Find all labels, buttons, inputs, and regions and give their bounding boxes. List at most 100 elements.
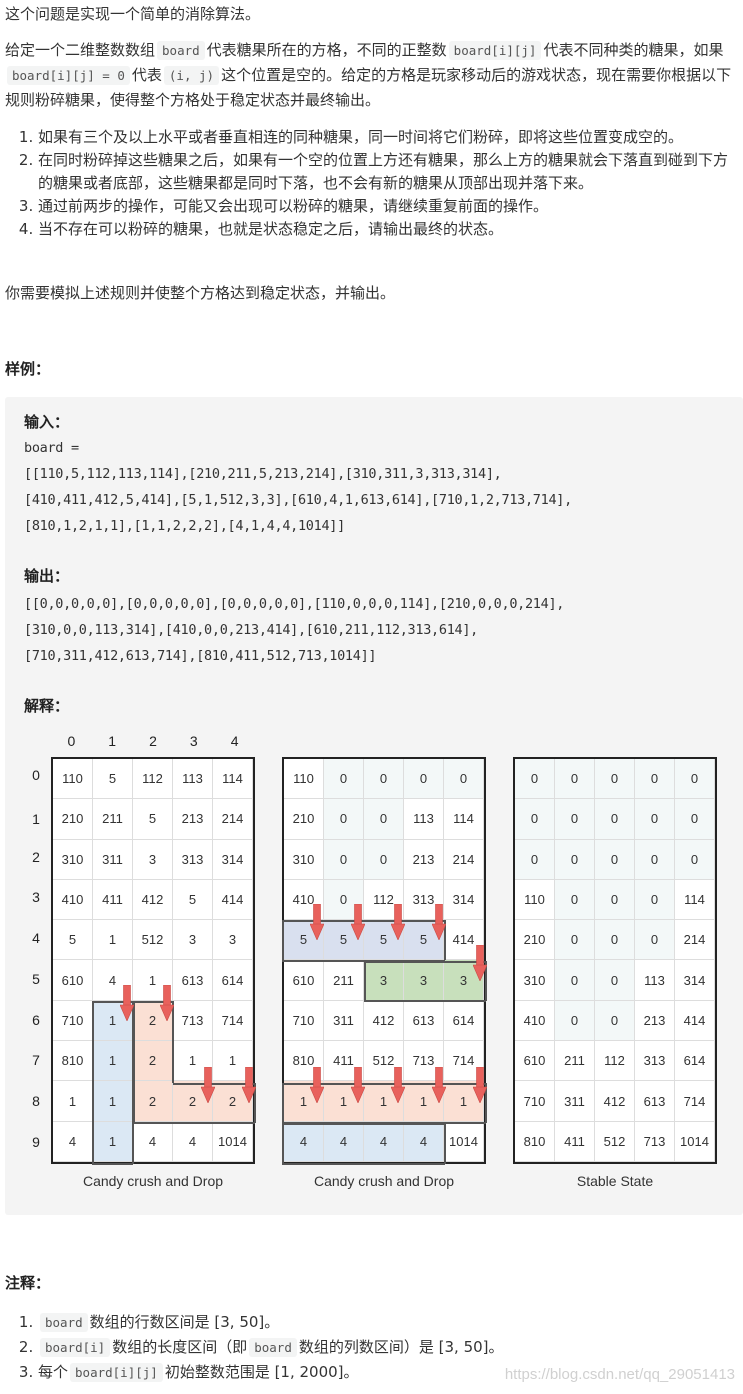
grid-cell: 810 [515,1121,555,1162]
grid-cell: 0 [635,759,675,800]
row-index: 7 [32,1052,40,1069]
drop-arrow-icon [119,985,134,1022]
row-index: 4 [32,930,40,947]
desc-text-2: 代表糖果所在的方格，不同的正整数 [206,41,447,59]
output-line: [310,0,0,113,314],[410,0,0,213,414],[610… [24,622,479,638]
input-line: [810,1,2,1,1],[1,1,2,2,2],[4,1,4,4,1014]… [24,518,345,534]
grid-cell: 0 [635,920,675,961]
grid-cell: 1014 [213,1121,253,1162]
grid-cell: 3 [173,920,213,961]
board-grid: 0 0 0 0 0 0 0 0 0 0 0 0 0 0 0 110 0 0 0 114 210 0 0 0 214 310 0 0 11… [513,757,717,1164]
grid-cell: 0 [635,879,675,921]
column-index: 2 [149,733,157,749]
grid-cell: 614 [444,1000,484,1042]
grid-cell: 714 [213,1000,253,1042]
grid-cell: 0 [675,799,715,840]
grid-cell: 4 [284,1121,324,1162]
desc-text-1: 给定一个二维整数数组 [5,41,156,59]
grid-cell: 214 [213,799,253,840]
column-index: 1 [108,733,117,749]
grid-cell: 313 [635,1041,675,1082]
code-board-i: board[i] [40,1338,111,1357]
grid-caption: Candy crush and Drop [313,1173,455,1189]
grid-cell: 0 [404,759,444,800]
grid-cell: 0 [555,839,595,880]
grid-cell: 5 [93,759,133,800]
grid-cell: 310 [284,839,324,880]
grid-cell: 210 [515,920,555,961]
grid-cell: 210 [53,799,93,840]
grid-cell: 0 [675,839,715,880]
row-index: 3 [32,889,40,906]
grid-cell: 214 [444,839,484,880]
grid-cell: 0 [555,920,595,961]
grid-cell: 310 [515,960,555,1001]
grid-cell: 1 [93,1081,133,1122]
grid-cell: 112 [133,759,173,800]
grid-caption: Stable State [576,1173,654,1189]
notes-list: board 数组的行数区间是 [3, 50]。 board[i]数组的长度区间（即… [20,1310,504,1385]
grid-cell: 3 [133,839,173,880]
grid-cell: 110 [515,879,555,921]
grid-cell: 112 [595,1041,635,1082]
rule-item: 如果有三个及以上水平或者垂直相连的同种糖果，同一时间将它们粉碎，即将这些位置变成… [38,126,735,149]
grid-cell: 110 [53,759,93,800]
grid-cell: 211 [555,1041,595,1082]
input-line: [410,411,412,5,414],[5,1,512,3,3],[610,4… [24,492,572,508]
grid-cell: 512 [595,1121,635,1162]
drop-arrow-icon [432,903,447,940]
grid-cell: 0 [324,799,364,840]
grid-cell: 1014 [675,1121,715,1162]
grid-cell: 4 [364,1121,404,1162]
code-board-ij: board[i][j] [448,41,542,60]
grid-caption: Candy crush and Drop [82,1173,224,1189]
column-index: 4 [230,733,239,749]
grid-cell: 0 [364,839,404,880]
rule-item: 在同时粉碎掉这些糖果之后，如果有一个空的位置上方还有糖果，那么上方的糖果就会下落… [38,149,735,195]
grid-cell: 1 [93,1041,133,1082]
input-line: board = [24,440,79,456]
grid-cell: 0 [635,799,675,840]
grid-cell: 512 [133,920,173,961]
note-item: board[i]数组的长度区间（即board数组的列数区间）是 [3, 50]。 [38,1335,504,1360]
column-index: 3 [189,733,198,749]
grid-cell: 114 [444,799,484,840]
grid-cell: 0 [364,759,404,800]
output-line: [[0,0,0,0,0],[0,0,0,0,0],[0,0,0,0,0],[11… [24,596,565,612]
column-index: 0 [67,733,76,749]
row-index: 8 [32,1092,40,1109]
drop-arrow-icon [309,903,324,940]
grid-cell: 0 [555,1000,595,1042]
grid-cell: 410 [515,1000,555,1042]
problem-description: 给定一个二维整数数组 board 代表糖果所在的方格，不同的正整数 board[i][… [5,38,735,112]
desc-text-4: 代表 [131,66,162,84]
row-index: 2 [32,848,40,865]
watermark: https://blog.csdn.net/qq_29051413 [504,1366,735,1383]
grid-cell: 3 [364,960,404,1001]
grid-cell: 414 [213,879,253,921]
grid-cell: 2 [133,1081,173,1122]
grid-cell: 0 [595,960,635,1001]
grid-cell: 714 [675,1081,715,1122]
grid-cell: 614 [213,960,253,1001]
grid-cell: 211 [324,960,364,1001]
example-heading: 样例： [5,360,51,378]
note-text: 数组的行数区间是 [3, 50]。 [89,1313,280,1331]
code-board: board [157,41,205,60]
grid-cell: 0 [515,839,555,880]
grid-cell: 4 [404,1121,444,1162]
grid-cell: 0 [595,879,635,921]
drop-arrow-icon [160,985,175,1022]
intro-text: 这个问题是实现一个简单的消除算法。 [5,5,261,23]
note-text: 初始整数范围是 [1, 2000]。 [164,1363,359,1381]
grid-cell: 713 [635,1121,675,1162]
grid-cell: 414 [675,1000,715,1042]
grid-cell: 412 [595,1081,635,1122]
grid-cell: 1 [93,1121,133,1162]
input-line: [[110,5,112,113,114],[210,211,5,213,214]… [24,466,502,482]
note-text: 数组的长度区间（即 [112,1338,248,1356]
rules-list: 如果有三个及以上水平或者垂直相连的同种糖果，同一时间将它们粉碎，即将这些位置变成… [20,126,735,241]
input-label: 输入： [24,413,70,431]
code-board: board [249,1338,297,1357]
output-line: [710,311,412,613,714],[810,411,512,713,1… [24,648,377,664]
